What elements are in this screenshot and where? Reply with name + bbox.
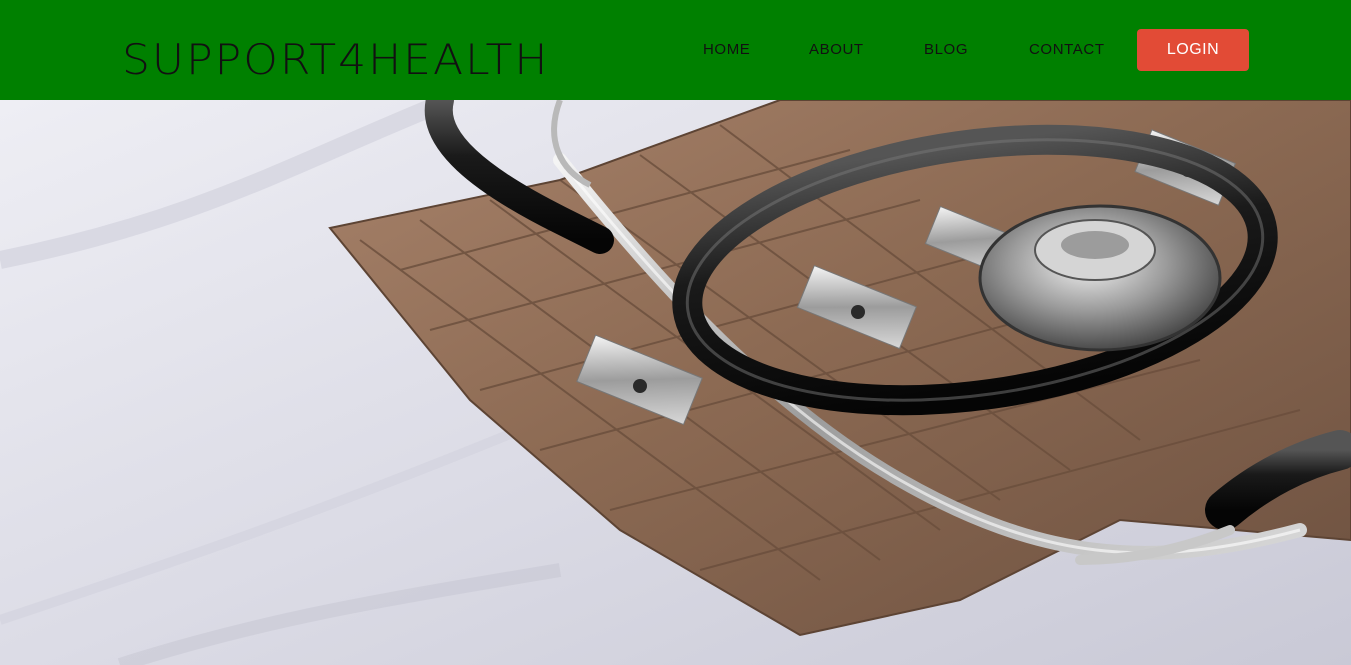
- hero-image: [0, 100, 1351, 665]
- nav-about-link[interactable]: ABOUT: [809, 29, 864, 71]
- nav-contact-link[interactable]: CONTACT: [1029, 29, 1105, 71]
- page: SUPPORT4HEALTH HOME ABOUT BLOG CONTACT L…: [0, 0, 1351, 665]
- chestpiece: [978, 204, 1222, 352]
- nav-blog-link[interactable]: BLOG: [924, 29, 968, 71]
- login-button[interactable]: LOGIN: [1137, 29, 1249, 71]
- site-header: SUPPORT4HEALTH HOME ABOUT BLOG CONTACT L…: [0, 0, 1351, 100]
- stethoscope-photo: [0, 100, 1351, 665]
- nav-home-link[interactable]: HOME: [703, 29, 750, 71]
